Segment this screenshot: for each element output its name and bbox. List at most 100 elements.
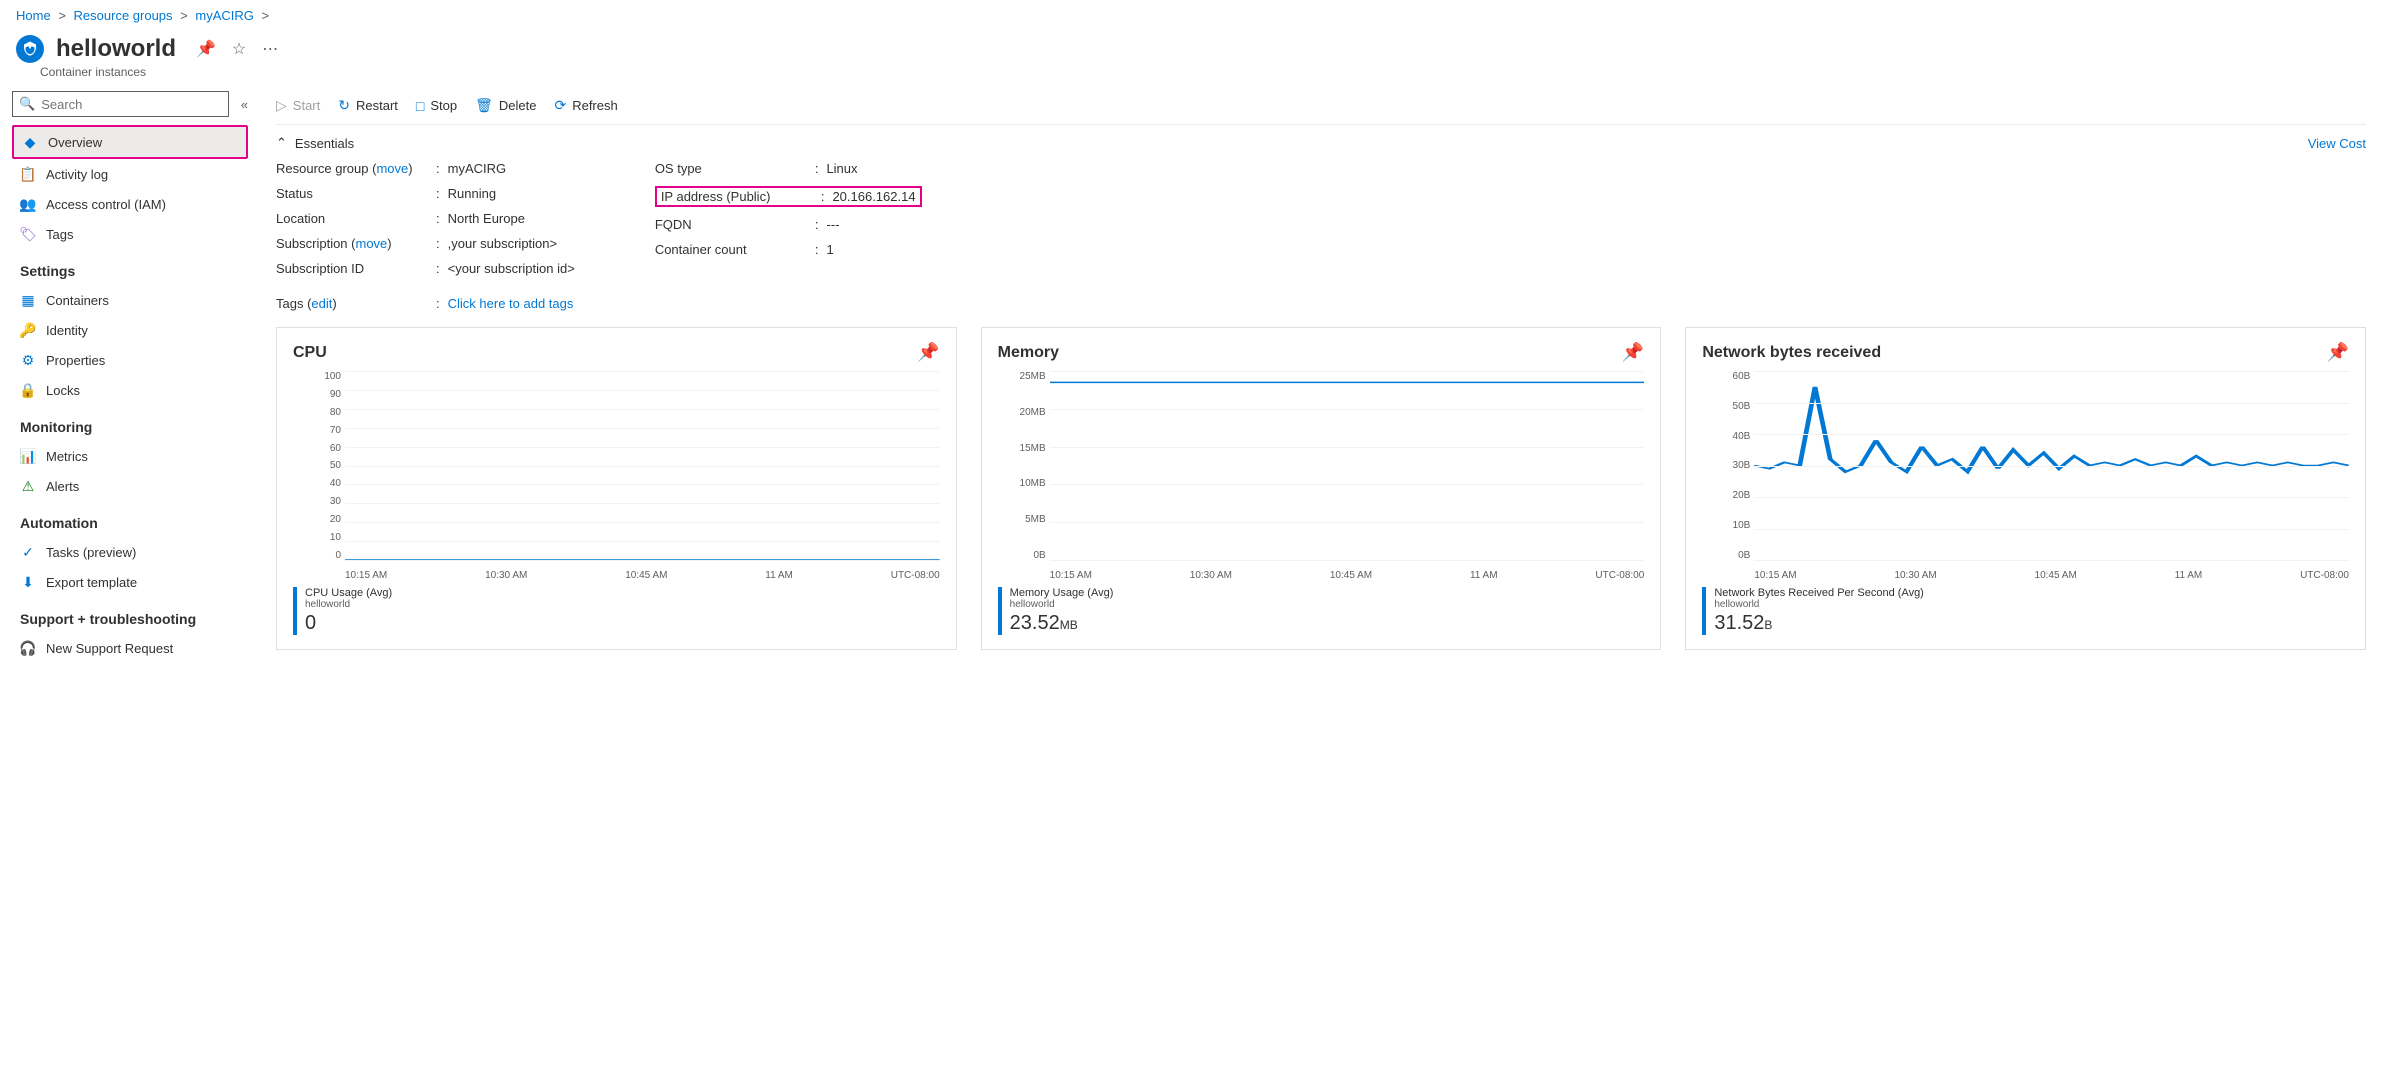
main-content: ▷ Start ↻ Restart □ Stop 🗑 Delete ⟳ Refr… (260, 87, 2382, 667)
nav-iam[interactable]: 👥 Access control (IAM) (12, 189, 248, 219)
memory-chart-title: Memory (998, 344, 1059, 362)
cpu-legend-label: CPU Usage (Avg) (305, 587, 392, 599)
memory-chart-card: Memory 📌 25MB20MB15MB10MB5MB0B 10:15 AM1… (981, 327, 1662, 650)
nav-locks[interactable]: 🔒 Locks (12, 375, 248, 405)
subid-value: <your subscription id> (448, 261, 575, 276)
restart-label: Restart (356, 98, 398, 113)
nav-tasks[interactable]: ✓ Tasks (preview) (12, 537, 248, 567)
nav-label: Identity (46, 323, 88, 338)
ip-label: IP address (Public) (661, 189, 821, 204)
page-subtitle: Container instances (40, 65, 2382, 87)
location-label: Location (276, 211, 436, 226)
nav-label: Tags (46, 227, 73, 242)
cpu-legend-sub: helloworld (305, 599, 392, 610)
toolbar: ▷ Start ↻ Restart □ Stop 🗑 Delete ⟳ Refr… (276, 87, 2366, 125)
search-box[interactable]: 🔍 (12, 91, 229, 117)
cpu-chart-card: CPU 📌 1009080706050403020100 10:15 AM10:… (276, 327, 957, 650)
activity-log-icon: 📋 (20, 166, 36, 182)
network-chart-body[interactable]: 60B50B40B30B20B10B0B 10:15 AM10:30 AM10:… (1702, 371, 2349, 581)
cpu-legend-value: 0 (305, 612, 392, 635)
ip-value: 20.166.162.14 (832, 189, 915, 204)
nav-containers[interactable]: ▦ Containers (12, 285, 248, 315)
nav-label: Containers (46, 293, 109, 308)
essentials-grid: Resource group (move) : myACIRG Status :… (276, 161, 2366, 288)
rg-move-link[interactable]: move (376, 161, 408, 176)
restart-button[interactable]: ↻ Restart (338, 97, 398, 114)
nav-overview[interactable]: ◆ Overview (12, 125, 248, 159)
tags-icon: 🏷 (20, 226, 36, 242)
support-icon: 🎧 (20, 640, 36, 656)
os-label: OS type (655, 161, 815, 176)
search-input[interactable] (41, 97, 222, 112)
breadcrumb-home[interactable]: Home (16, 8, 51, 23)
identity-icon: 🔑 (20, 322, 36, 338)
nav-section-support: Support + troubleshooting (12, 597, 248, 633)
nav-label: Properties (46, 353, 105, 368)
refresh-button[interactable]: ⟳ Refresh (554, 97, 617, 114)
net-legend-value: 31.52B (1714, 612, 1924, 635)
sub-move-link[interactable]: move (355, 236, 387, 251)
breadcrumb: Home > Resource groups > myACIRG > (0, 0, 2382, 31)
nav-section-settings: Settings (12, 249, 248, 285)
net-legend-label: Network Bytes Received Per Second (Avg) (1714, 587, 1924, 599)
view-cost-link[interactable]: View Cost (2308, 136, 2366, 151)
nav-label: Metrics (46, 449, 88, 464)
metrics-icon: 📊 (20, 448, 36, 464)
nav-properties[interactable]: ⚙ Properties (12, 345, 248, 375)
nav-new-support-request[interactable]: 🎧 New Support Request (12, 633, 248, 663)
rg-label: Resource group (move) (276, 161, 436, 176)
delete-button[interactable]: 🗑 Delete (475, 97, 536, 114)
nav-metrics[interactable]: 📊 Metrics (12, 441, 248, 471)
delete-icon: 🗑 (475, 97, 493, 114)
breadcrumb-rg[interactable]: Resource groups (74, 8, 173, 23)
pin-icon[interactable]: 📌 (196, 39, 216, 59)
nav-label: Alerts (46, 479, 79, 494)
network-chart-title: Network bytes received (1702, 344, 1881, 362)
tags-add-link[interactable]: Click here to add tags (448, 296, 574, 311)
nav-label: Export template (46, 575, 137, 590)
cpu-chart-body[interactable]: 1009080706050403020100 10:15 AM10:30 AM1… (293, 371, 940, 581)
nav-label: Locks (46, 383, 80, 398)
container-instances-icon (16, 35, 44, 63)
breadcrumb-group[interactable]: myACIRG (195, 8, 254, 23)
essentials-toggle[interactable]: ⌃ Essentials (276, 135, 354, 151)
pin-icon[interactable]: 📌 (917, 342, 939, 363)
stop-button[interactable]: □ Stop (416, 97, 457, 114)
more-icon[interactable]: ⋯ (262, 39, 278, 59)
start-label: Start (293, 98, 320, 113)
delete-label: Delete (499, 98, 537, 113)
cpu-chart-title: CPU (293, 344, 327, 362)
nav-tags[interactable]: 🏷 Tags (12, 219, 248, 249)
header-actions: 📌 ☆ ⋯ (196, 39, 278, 59)
mem-legend-label: Memory Usage (Avg) (1010, 587, 1114, 599)
network-chart-card: Network bytes received 📌 60B50B40B30B20B… (1685, 327, 2366, 650)
nav-alerts[interactable]: ⚠ Alerts (12, 471, 248, 501)
pin-icon[interactable]: 📌 (1622, 342, 1644, 363)
status-label: Status (276, 186, 436, 201)
collapse-sidebar-icon[interactable]: « (241, 97, 248, 112)
chevron-up-icon: ⌃ (276, 135, 287, 151)
start-button[interactable]: ▷ Start (276, 97, 320, 114)
tasks-icon: ✓ (20, 544, 36, 560)
alerts-icon: ⚠ (20, 478, 36, 494)
os-value: Linux (826, 161, 857, 176)
restart-icon: ↻ (338, 97, 350, 114)
memory-chart-body[interactable]: 25MB20MB15MB10MB5MB0B 10:15 AM10:30 AM10… (998, 371, 1645, 581)
rg-value[interactable]: myACIRG (448, 161, 507, 176)
pin-icon[interactable]: 📌 (2327, 342, 2349, 363)
status-value: Running (448, 186, 496, 201)
refresh-icon: ⟳ (554, 97, 566, 114)
nav-export-template[interactable]: ⬇ Export template (12, 567, 248, 597)
sub-value[interactable]: ,your subscription> (448, 236, 557, 251)
sub-label: Subscription (move) (276, 236, 436, 251)
nav-identity[interactable]: 🔑 Identity (12, 315, 248, 345)
tags-edit-link[interactable]: edit (311, 296, 332, 311)
mem-legend-sub: helloworld (1010, 599, 1114, 610)
nav-activity-log[interactable]: 📋 Activity log (12, 159, 248, 189)
favorite-icon[interactable]: ☆ (232, 39, 246, 59)
iam-icon: 👥 (20, 196, 36, 212)
export-icon: ⬇ (20, 574, 36, 590)
count-value: 1 (826, 242, 833, 257)
nav-label: Overview (48, 135, 102, 150)
subid-label: Subscription ID (276, 261, 436, 276)
